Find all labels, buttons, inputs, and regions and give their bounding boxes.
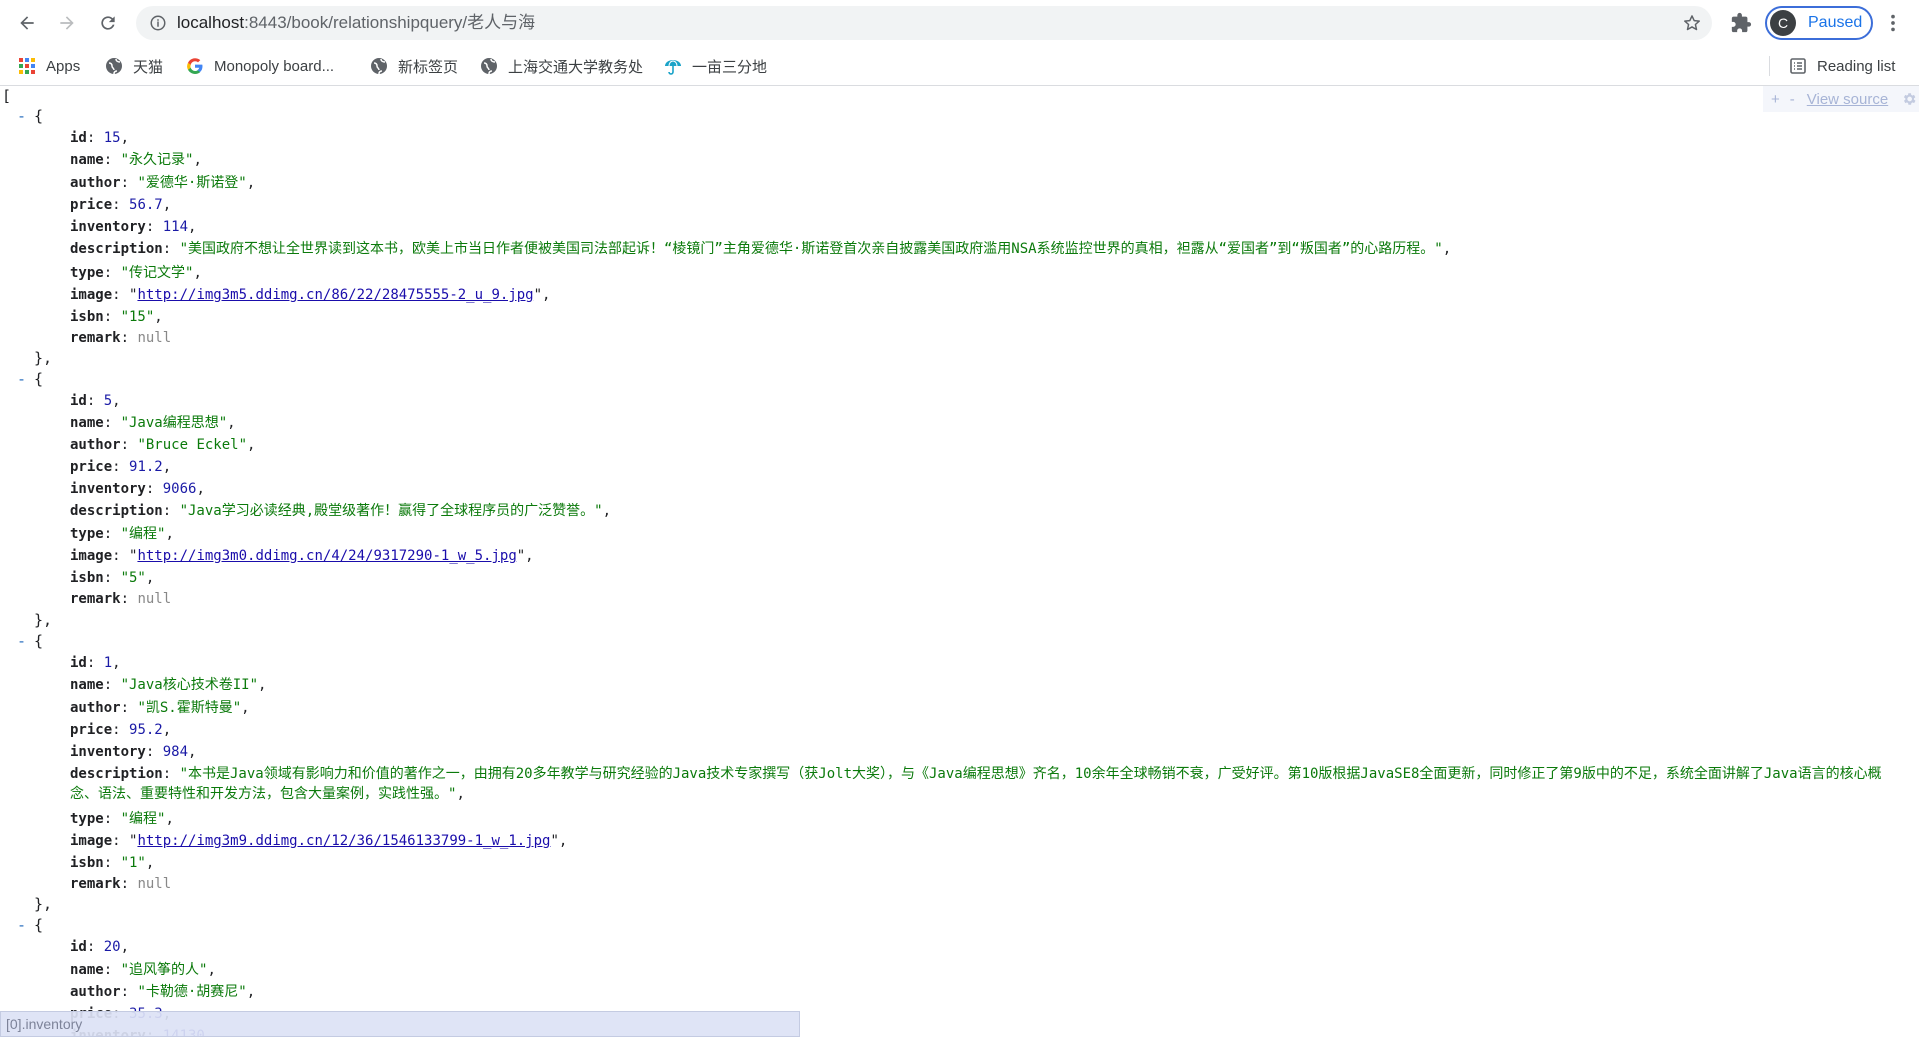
url-host: localhost: [177, 13, 245, 32]
star-icon[interactable]: [1682, 13, 1702, 33]
bookmark-label: Apps: [46, 57, 81, 75]
object-open-brace: {: [34, 370, 44, 388]
json-field-description: description: "Java学习必读经典,殿堂级著作！赢得了全球程序员的…: [70, 503, 612, 519]
object-open-brace: {: [34, 916, 44, 934]
bookmarks-bar: Apps 天猫 Monopoly board... 新标签页 上海交通大学教务处…: [0, 46, 1919, 86]
image-link[interactable]: http://img3m5.ddimg.cn/86/22/28475555-2_…: [137, 287, 533, 303]
json-field-remark: remark: null: [70, 591, 172, 607]
image-link[interactable]: http://img3m9.ddimg.cn/12/36/1546133799-…: [137, 833, 550, 849]
json-field-price: price: 91.2,: [70, 459, 172, 475]
object-open-brace: {: [34, 632, 44, 650]
puzzle-icon[interactable]: [1730, 12, 1752, 34]
collapse-toggle[interactable]: -: [17, 107, 26, 125]
bookmark-apps[interactable]: Apps: [18, 55, 80, 77]
expand-all-button[interactable]: +: [1771, 91, 1780, 108]
bookmark-new-tab[interactable]: 新标签页: [370, 55, 458, 77]
json-field-author: author: "爱德华·斯诺登",: [70, 175, 256, 191]
view-source-link[interactable]: View source: [1807, 91, 1888, 108]
json-viewer: [ - { id: 15, name: "永久记录", author: "爱德华…: [0, 87, 1919, 1037]
json-field-type: type: "传记文学",: [70, 265, 202, 281]
json-field-name: name: "Java编程思想",: [70, 415, 236, 431]
json-field-inventory: inventory: 114,: [70, 219, 197, 235]
image-link[interactable]: http://img3m0.ddimg.cn/4/24/9317290-1_w_…: [137, 548, 516, 564]
bookmark-monopoly[interactable]: Monopoly board...: [186, 55, 334, 77]
profile-button[interactable]: C Paused: [1765, 6, 1873, 40]
reading-list-button[interactable]: Reading list: [1789, 55, 1895, 77]
json-path-text: [0].inventory: [6, 1016, 83, 1032]
bookmark-label: Monopoly board...: [214, 57, 335, 75]
forward-button[interactable]: [51, 7, 83, 39]
bookmark-label: 天猫: [133, 58, 164, 76]
json-field-author: author: "凯S.霍斯特曼",: [70, 700, 250, 716]
bookmark-sjtu[interactable]: 上海交通大学教务处: [480, 55, 643, 77]
arrow-left-icon: [20, 16, 34, 30]
json-field-name: name: "追风筝的人",: [70, 962, 216, 978]
view-source-bar: + - View source: [1763, 86, 1919, 112]
bookmark-1point3acres[interactable]: 一亩三分地: [664, 55, 767, 77]
reload-icon: [101, 16, 115, 30]
json-field-remark: remark: null: [70, 330, 172, 346]
reading-list-label: Reading list: [1817, 57, 1896, 75]
profile-status: Paused: [1808, 14, 1863, 31]
json-field-id: id: 20,: [70, 939, 130, 955]
json-field-inventory: inventory: 9066,: [70, 481, 205, 497]
json-field-isbn: isbn: "5",: [70, 570, 155, 586]
json-field-id: id: 1,: [70, 655, 121, 671]
back-button[interactable]: [11, 7, 43, 39]
json-field-image: image: "http://img3m0.ddimg.cn/4/24/9317…: [70, 548, 534, 564]
collapse-toggle[interactable]: -: [17, 916, 26, 934]
globe-icon: [106, 58, 122, 75]
json-field-author: author: "Bruce Eckel",: [70, 437, 256, 453]
grid-icon: [19, 58, 35, 74]
json-field-description: description: "美国政府不想让全世界读到这本书，欧美上市当日作者便被…: [70, 241, 1452, 257]
json-field-name: name: "Java核心技术卷II",: [70, 677, 267, 693]
json-field-description: description: "本书是Java领域有影响力和价值的著作之一，由拥有2…: [70, 766, 1882, 802]
json-field-price: price: 95.2,: [70, 722, 172, 738]
json-field-isbn: isbn: "1",: [70, 855, 155, 871]
bookmark-label: 上海交通大学教务处: [508, 58, 644, 76]
google-icon: [187, 58, 203, 74]
bookmark-label: 一亩三分地: [692, 58, 768, 76]
json-field-author: author: "卡勒德·胡赛尼",: [70, 984, 256, 1000]
object-close-brace: },: [34, 895, 53, 913]
kebab-menu-icon[interactable]: [1882, 11, 1904, 35]
globe-icon: [481, 58, 497, 75]
url-path: :8443/book/relationshipquery/老人与海: [244, 13, 536, 32]
json-path-statusbar: [0].inventory: [0, 1011, 800, 1037]
json-field-image: image: "http://img3m9.ddimg.cn/12/36/154…: [70, 833, 568, 849]
collapse-toggle[interactable]: -: [17, 370, 26, 388]
reload-button[interactable]: [92, 7, 124, 39]
arrow-right-icon: [60, 16, 74, 30]
address-bar[interactable]: localhost:8443/book/relationshipquery/老人…: [136, 6, 1712, 40]
collapse-toggle[interactable]: -: [17, 632, 26, 650]
bookmark-tmall[interactable]: 天猫: [105, 55, 163, 77]
umbrella-logo-icon: [665, 60, 681, 75]
collapse-all-button[interactable]: -: [1790, 91, 1795, 108]
avatar: C: [1770, 10, 1796, 36]
object-close-brace: },: [34, 349, 53, 367]
json-field-type: type: "编程",: [70, 526, 174, 542]
json-field-name: name: "永久记录",: [70, 152, 202, 168]
browser-toolbar: localhost:8443/book/relationshipquery/老人…: [0, 0, 1919, 46]
object-close-brace: },: [34, 611, 53, 629]
object-open-brace: {: [34, 107, 44, 125]
json-field-image: image: "http://img3m5.ddimg.cn/86/22/284…: [70, 287, 551, 303]
array-open-bracket: [: [2, 87, 12, 105]
json-field-id: id: 15,: [70, 130, 130, 146]
gear-icon[interactable]: [1901, 91, 1917, 107]
json-field-type: type: "编程",: [70, 811, 174, 827]
reading-list-icon: [1790, 58, 1806, 74]
json-field-isbn: isbn: "15",: [70, 309, 163, 325]
url-text[interactable]: localhost:8443/book/relationshipquery/老人…: [177, 14, 535, 32]
json-field-inventory: inventory: 984,: [70, 744, 197, 760]
bookmarks-divider: [1769, 56, 1770, 76]
info-icon[interactable]: [149, 14, 167, 32]
json-field-id: id: 5,: [70, 393, 121, 409]
bookmark-label: 新标签页: [398, 58, 459, 76]
json-field-remark: remark: null: [70, 876, 172, 892]
globe-icon: [371, 58, 387, 75]
json-field-price: price: 56.7,: [70, 197, 172, 213]
